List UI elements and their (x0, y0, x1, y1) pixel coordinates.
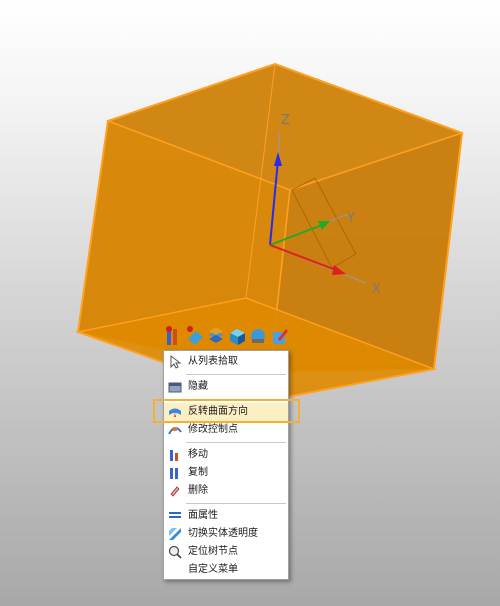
reverse-surface-icon (169, 408, 181, 417)
x-axis-label: X (372, 282, 381, 297)
menu-item-label: 移动 (188, 449, 208, 460)
menu-item-delete[interactable]: 删除 (164, 482, 288, 500)
menu-item-locate-tree-node[interactable]: 定位树节点 (164, 543, 288, 561)
move-icon (170, 450, 178, 461)
menu-item-label: 删除 (188, 485, 208, 496)
menu-item-label: 隐藏 (188, 381, 208, 392)
menu-separator (186, 442, 286, 443)
toggle-transparency-icon (169, 528, 181, 540)
menu-separator (186, 503, 286, 504)
face-properties-icon (169, 512, 181, 518)
menu-item-label: 修改控制点 (188, 424, 238, 435)
z-axis-label: Z (281, 113, 290, 128)
menu-item-hide[interactable]: 隐藏 (164, 378, 288, 396)
menu-item-label: 复制 (188, 467, 208, 478)
face-filter-icon[interactable] (186, 325, 205, 347)
hide-icon (168, 382, 182, 393)
move-filter-icon[interactable] (165, 325, 184, 347)
menu-item-label: 定位树节点 (188, 546, 238, 557)
menu-item-face-properties[interactable]: 面属性 (164, 507, 288, 525)
copy-icon (170, 468, 178, 479)
delete-icon (170, 486, 180, 497)
mini-toolbar (163, 323, 293, 349)
shaded-box-icon[interactable] (228, 325, 247, 347)
menu-item-label: 自定义菜单 (188, 564, 238, 575)
menu-item-toggle-transparency[interactable]: 切换实体透明度 (164, 525, 288, 543)
menu-item-modify-control-points[interactable]: 修改控制点 (164, 421, 288, 439)
menu-separator (186, 399, 286, 400)
menu-item-label: 从列表拾取 (188, 356, 238, 367)
control-points-icon (168, 427, 182, 435)
locate-tree-node-icon (168, 545, 182, 559)
menu-item-customize-menu[interactable]: 自定义菜单 (164, 561, 288, 579)
pencil-box-icon[interactable] (270, 325, 289, 347)
context-menu: 从列表拾取 隐藏 反转曲面方向 修改控制点 移动 复制 删除 面属性 切换实体透… (163, 350, 289, 580)
cursor-icon (170, 355, 182, 369)
menu-item-label: 面属性 (188, 510, 218, 521)
menu-separator (186, 374, 286, 375)
solid-layers-icon[interactable] (207, 325, 226, 347)
menu-item-label: 切换实体透明度 (188, 528, 258, 539)
menu-item-pick-from-list[interactable]: 从列表拾取 (164, 353, 288, 371)
menu-item-move[interactable]: 移动 (164, 446, 288, 464)
menu-item-copy[interactable]: 复制 (164, 464, 288, 482)
menu-item-label: 反转曲面方向 (188, 406, 248, 417)
display-mode-icon[interactable] (249, 325, 268, 347)
menu-item-reverse-surface[interactable]: 反转曲面方向 (164, 403, 288, 421)
y-axis-label: Y (346, 211, 355, 226)
